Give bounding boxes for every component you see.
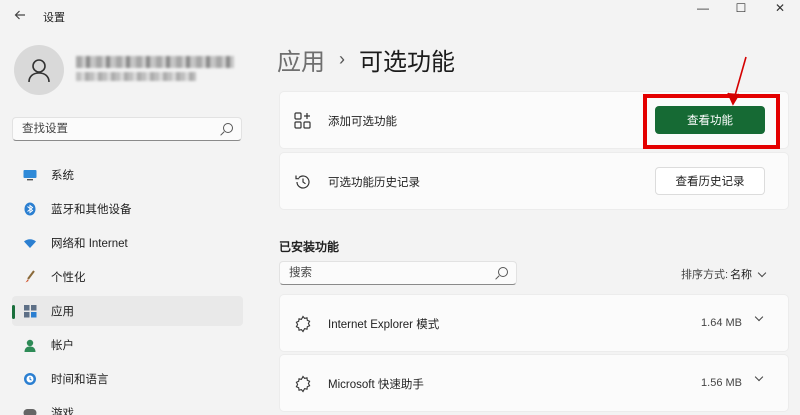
history-label: 可选功能历史记录: [328, 177, 420, 189]
chevron-down-icon: [757, 268, 767, 277]
sidebar-item-time-language[interactable]: 时间和语言: [12, 364, 243, 394]
search-icon: [498, 267, 508, 277]
add-feature-label: 添加可选功能: [328, 116, 397, 128]
title-bar: 设置 — ☐ ✕: [0, 0, 800, 32]
app-title: 设置: [43, 12, 65, 24]
person-icon: [23, 338, 37, 352]
installed-section-title: 已安装功能: [279, 240, 340, 254]
bluetooth-icon: [23, 202, 37, 216]
sort-dropdown[interactable]: 排序方式: 名称: [681, 266, 767, 282]
user-email-blurred: [76, 72, 196, 81]
sidebar-item-label: 网络和 Internet: [51, 238, 128, 250]
puzzle-gear-icon: [294, 315, 312, 333]
sidebar-item-label: 帐户: [51, 340, 74, 352]
breadcrumb: 应用 › 可选功能: [277, 42, 455, 77]
chevron-down-icon[interactable]: [754, 312, 764, 322]
sidebar-item-accounts[interactable]: 帐户: [12, 330, 243, 360]
annotation-arrow: [727, 56, 747, 106]
sidebar-item-apps[interactable]: 应用: [12, 296, 243, 326]
sidebar-item-gaming[interactable]: 游戏: [12, 398, 243, 415]
maximize-button[interactable]: ☐: [723, 0, 759, 18]
search-icon: [223, 123, 233, 133]
feature-name: Microsoft 快速助手: [328, 379, 424, 391]
back-button[interactable]: [10, 6, 30, 26]
history-icon: [294, 173, 312, 191]
puzzle-gear-icon: [294, 375, 312, 393]
feature-row[interactable]: Internet Explorer 模式 1.64 MB: [279, 294, 789, 352]
close-button[interactable]: ✕: [762, 0, 798, 18]
sort-label: 排序方式:: [681, 269, 729, 281]
installed-search-input[interactable]: [280, 262, 516, 284]
sidebar-item-bluetooth[interactable]: 蓝牙和其他设备: [12, 194, 243, 224]
sidebar-item-label: 应用: [51, 306, 74, 318]
user-name-blurred: [76, 56, 234, 68]
wifi-icon: [23, 236, 37, 250]
breadcrumb-parent[interactable]: 应用: [277, 42, 325, 77]
user-icon: [28, 59, 50, 83]
apps-icon: [23, 304, 37, 318]
sidebar-item-label: 系统: [51, 170, 74, 182]
feature-size: 1.56 MB: [701, 377, 742, 389]
monitor-icon: [23, 168, 37, 182]
sidebar-item-personalization[interactable]: 个性化: [12, 262, 243, 292]
feature-size: 1.64 MB: [701, 317, 742, 329]
chevron-down-icon[interactable]: [754, 372, 764, 382]
installed-search-box[interactable]: [279, 261, 517, 285]
sort-value: 名称: [730, 269, 753, 281]
back-arrow-icon: [14, 10, 25, 20]
sidebar-item-system[interactable]: 系统: [12, 160, 243, 190]
feature-name: Internet Explorer 模式: [328, 319, 440, 331]
game-icon: [23, 406, 37, 415]
sidebar-item-label: 游戏: [51, 408, 74, 415]
globe-clock-icon: [23, 372, 37, 386]
view-history-button[interactable]: 查看历史记录: [655, 167, 765, 195]
sidebar-item-network[interactable]: 网络和 Internet: [12, 228, 243, 258]
minimize-button[interactable]: —: [685, 0, 721, 18]
annotation-highlight-box: [643, 94, 780, 149]
breadcrumb-separator: ›: [339, 49, 345, 69]
sidebar-item-label: 蓝牙和其他设备: [51, 204, 132, 216]
sidebar-item-label: 个性化: [51, 272, 86, 284]
avatar[interactable]: [14, 45, 64, 95]
add-grid-icon: [294, 112, 312, 130]
brush-icon: [23, 270, 37, 284]
page-title: 可选功能: [359, 49, 455, 76]
sidebar-nav: 系统 蓝牙和其他设备 网络和 Internet 个性化 应用 帐户 时间和语言 …: [12, 160, 243, 415]
settings-search-input[interactable]: [13, 118, 241, 140]
settings-search-box[interactable]: [12, 117, 242, 141]
sidebar-item-label: 时间和语言: [51, 374, 109, 386]
feature-row[interactable]: Microsoft 快速助手 1.56 MB: [279, 354, 789, 412]
